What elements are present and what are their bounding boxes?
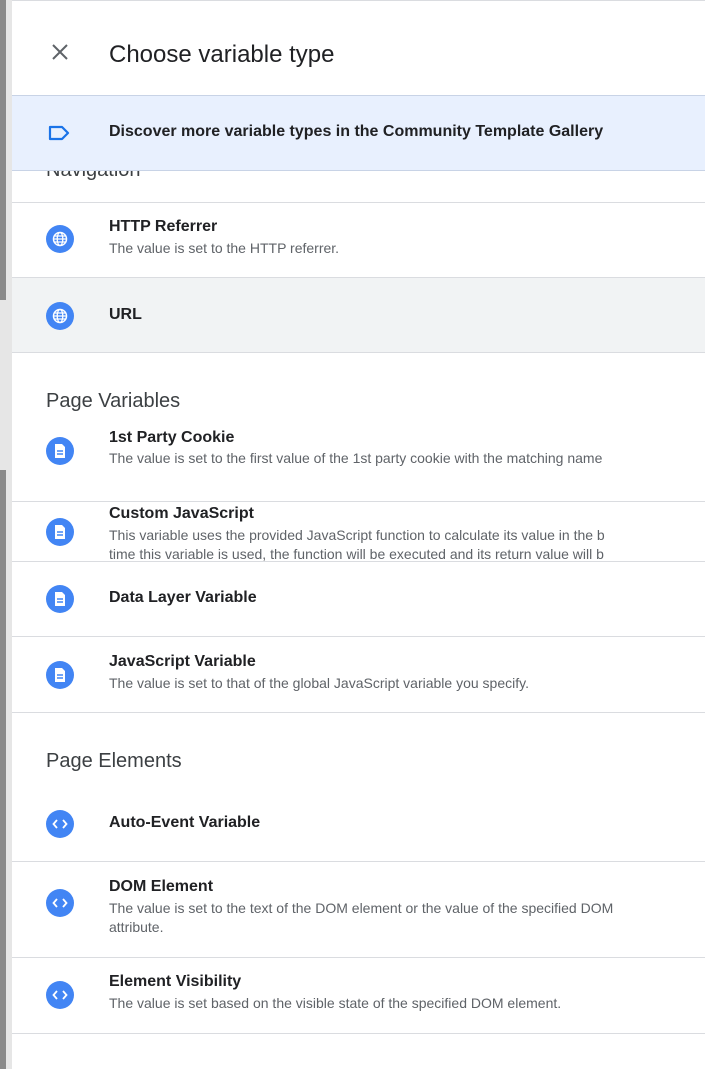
item-description: The value is set to the text of the DOM … <box>109 900 614 935</box>
document-icon <box>46 585 74 613</box>
variable-item-http-referrer[interactable]: HTTP Referrer The value is set to the HT… <box>12 203 705 278</box>
variable-list: Navigation HTTP Referrer The value is se… <box>12 171 705 1034</box>
backdrop-edge-dark <box>0 0 6 300</box>
code-icon <box>46 810 74 838</box>
item-description: The value is set based on the visible st… <box>109 995 562 1011</box>
banner-text: Discover more variable types in the Comm… <box>109 123 604 140</box>
section-heading-page-variables: Page Variables <box>46 390 181 412</box>
variable-item-dom-element[interactable]: DOM Element The value is set to the text… <box>12 862 705 958</box>
code-icon <box>46 889 74 917</box>
close-button[interactable] <box>48 40 72 64</box>
backdrop-edge-dark <box>0 470 6 1069</box>
item-description: The value is set to the first value of t… <box>109 450 603 466</box>
item-description: The value is set to the HTTP referrer. <box>109 240 340 256</box>
item-title: URL <box>109 306 142 323</box>
item-description: The value is set to that of the global J… <box>109 675 529 691</box>
item-title: HTTP Referrer <box>109 218 218 235</box>
document-icon <box>46 661 74 689</box>
variable-item-auto-event-variable[interactable]: Auto-Event Variable <box>12 787 705 862</box>
item-description: This variable uses the provided JavaScri… <box>109 527 605 562</box>
code-icon <box>46 981 74 1009</box>
item-title: 1st Party Cookie <box>109 429 235 446</box>
variable-item-custom-javascript[interactable]: Custom JavaScript This variable uses the… <box>12 486 705 562</box>
section-heading-navigation: Navigation <box>12 171 705 201</box>
item-title: Custom JavaScript <box>109 505 254 522</box>
item-title: DOM Element <box>109 878 214 895</box>
label-tag-icon <box>48 125 70 141</box>
variable-item-url[interactable]: URL <box>12 278 705 353</box>
variable-type-panel: Choose variable type Discover more varia… <box>12 0 705 1069</box>
item-title: Element Visibility <box>109 973 242 990</box>
globe-icon <box>46 302 74 330</box>
variable-item-data-layer-variable[interactable]: Data Layer Variable <box>12 562 705 637</box>
community-gallery-banner[interactable]: Discover more variable types in the Comm… <box>12 95 705 171</box>
variable-item-element-visibility[interactable]: Element Visibility The value is set base… <box>12 958 705 1034</box>
variable-item-javascript-variable[interactable]: JavaScript Variable The value is set to … <box>12 637 705 713</box>
close-icon <box>52 44 68 60</box>
globe-icon <box>46 225 74 253</box>
item-title: Auto-Event Variable <box>109 814 261 831</box>
item-title: JavaScript Variable <box>109 653 256 670</box>
item-title: Data Layer Variable <box>109 589 257 606</box>
document-icon <box>46 437 74 465</box>
document-icon <box>46 518 74 546</box>
section-heading-page-elements: Page Elements <box>46 750 182 772</box>
panel-header: Choose variable type <box>12 0 705 95</box>
page-title: Choose variable type <box>109 41 335 68</box>
